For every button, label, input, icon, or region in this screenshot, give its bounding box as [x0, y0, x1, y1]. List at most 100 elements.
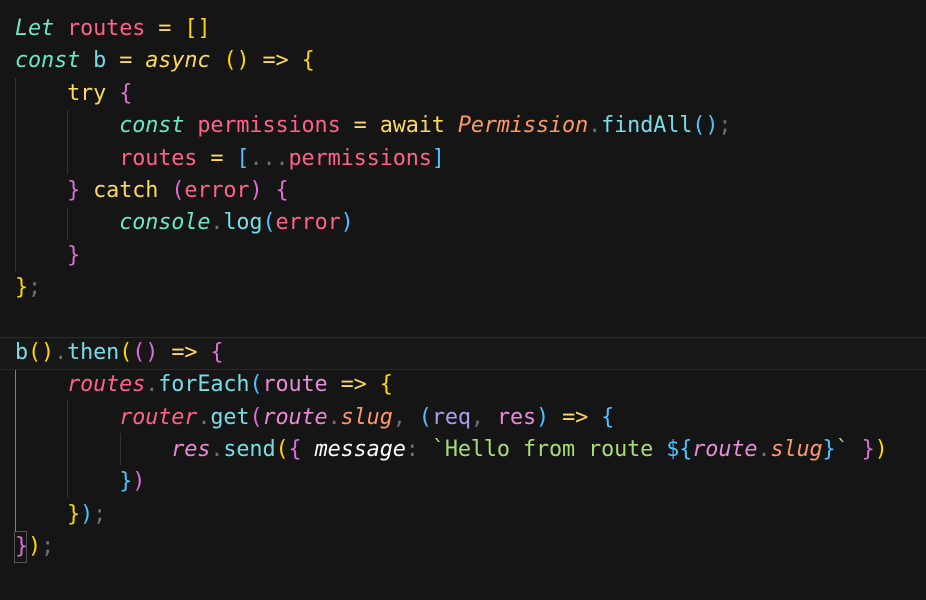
- code-token: console: [119, 210, 211, 236]
- code-token: router: [119, 404, 198, 430]
- code-token: log: [223, 210, 263, 236]
- code-token: =>: [562, 404, 589, 430]
- code-token: res: [496, 404, 537, 430]
- code-token: (): [28, 339, 55, 365]
- code-token: findAll: [601, 113, 693, 139]
- code-line[interactable]: };: [15, 272, 888, 304]
- code-token: res: [171, 437, 211, 463]
- code-token: permissions: [288, 145, 432, 171]
- code-line[interactable]: const b = async () => {: [15, 45, 888, 77]
- code-line[interactable]: Let routes = []: [15, 13, 888, 45]
- code-token: {: [379, 372, 393, 398]
- code-token: then: [67, 339, 120, 365]
- code-token: slug: [340, 404, 393, 430]
- code-editor[interactable]: Let routes = [] const b = async () => { t…: [0, 0, 926, 600]
- code-token: .: [757, 437, 771, 463]
- code-token: .: [210, 210, 224, 236]
- code-token: (): [132, 339, 159, 365]
- code-token: (: [171, 177, 185, 203]
- code-token: routes: [119, 145, 198, 171]
- code-token: ;: [93, 501, 107, 527]
- code-token: ): [28, 534, 42, 560]
- code-token: {: [119, 80, 133, 106]
- code-token: ]: [431, 145, 445, 171]
- code-token: =>: [262, 48, 289, 74]
- code-token: =>: [340, 372, 367, 398]
- code-token: Let: [15, 16, 55, 41]
- code-token: (: [249, 404, 263, 430]
- code-token: `: [835, 437, 849, 463]
- code-token: ): [132, 469, 146, 495]
- code-token: :: [405, 437, 419, 463]
- code-token: ${: [666, 437, 693, 463]
- code-line[interactable]: console.log(error): [15, 207, 888, 239]
- code-token: route: [262, 372, 328, 398]
- code-token: error: [275, 210, 341, 236]
- code-token: =: [353, 113, 367, 139]
- code-token: const: [119, 113, 185, 139]
- code-token: ): [249, 177, 263, 203]
- code-token: message: [314, 437, 406, 463]
- code-line[interactable]: router.get(route.slug, (req, res) => {: [15, 402, 888, 434]
- code-token: (: [119, 339, 133, 365]
- code-token: slug: [770, 437, 823, 463]
- code-line[interactable]: routes = [...permissions]: [15, 143, 888, 175]
- code-token: ): [80, 501, 94, 527]
- code-line[interactable]: }): [15, 466, 888, 498]
- code-token: get: [210, 404, 250, 430]
- code-lines[interactable]: Let routes = [] const b = async () => { t…: [0, 13, 926, 564]
- code-token: (: [275, 437, 289, 463]
- code-token: ): [340, 210, 354, 236]
- code-line[interactable]: [15, 305, 888, 337]
- code-token: {: [210, 339, 224, 365]
- code-token: permissions: [197, 113, 341, 139]
- code-line[interactable]: }: [15, 240, 888, 272]
- code-line[interactable]: });: [15, 499, 888, 531]
- code-token: }: [67, 242, 81, 268]
- code-token: send: [223, 437, 276, 463]
- code-line[interactable]: const permissions = await Permission.fin…: [15, 110, 888, 142]
- code-line[interactable]: try {: [15, 78, 888, 110]
- code-line-current[interactable]: b().then(() => {: [0, 336, 926, 371]
- code-token: catch: [93, 177, 159, 203]
- code-line[interactable]: });: [15, 531, 888, 563]
- code-line[interactable]: routes.forEach(route => {: [15, 369, 888, 401]
- code-line[interactable]: res.send({ message: `Hello from route ${…: [15, 434, 888, 466]
- code-token: }: [15, 275, 29, 301]
- code-token: try: [67, 80, 107, 106]
- code-token: =: [210, 145, 224, 171]
- code-token: (: [249, 372, 263, 398]
- code-line[interactable]: } catch (error) {: [15, 175, 888, 207]
- code-token: ;: [41, 534, 55, 560]
- code-token: route: [692, 437, 758, 463]
- code-token: b: [15, 339, 29, 365]
- code-token: ,: [470, 404, 484, 430]
- code-token: b: [93, 48, 107, 74]
